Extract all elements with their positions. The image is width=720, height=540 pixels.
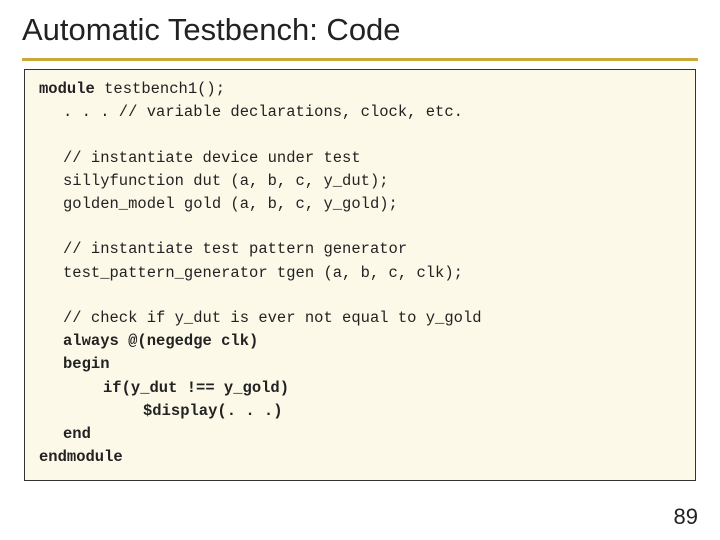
code-line: if(y_dut !== y_gold) — [39, 377, 681, 400]
blank-line — [39, 125, 681, 147]
keyword-module: module — [39, 80, 95, 98]
code-line: begin — [39, 353, 681, 376]
code-line: always @(negedge clk) — [39, 330, 681, 353]
page-number: 89 — [674, 504, 698, 530]
blank-line — [39, 285, 681, 307]
slide-title: Automatic Testbench: Code — [22, 12, 698, 61]
code-line: $display(. . .) — [39, 400, 681, 423]
blank-line — [39, 216, 681, 238]
code-text: testbench1(); — [95, 80, 225, 98]
code-line: golden_model gold (a, b, c, y_gold); — [39, 193, 681, 216]
slide: Automatic Testbench: Code module testben… — [0, 0, 720, 540]
code-comment: // instantiate test pattern generator — [39, 238, 681, 261]
code-line: end — [39, 423, 681, 446]
code-line: test_pattern_generator tgen (a, b, c, cl… — [39, 262, 681, 285]
code-line: sillyfunction dut (a, b, c, y_dut); — [39, 170, 681, 193]
code-line: endmodule — [39, 446, 681, 469]
code-block: module testbench1(); . . . // variable d… — [24, 69, 696, 481]
code-comment: // instantiate device under test — [39, 147, 681, 170]
code-comment: // check if y_dut is ever not equal to y… — [39, 307, 681, 330]
code-line: module testbench1(); — [39, 78, 681, 101]
code-line: . . . // variable declarations, clock, e… — [39, 101, 681, 124]
